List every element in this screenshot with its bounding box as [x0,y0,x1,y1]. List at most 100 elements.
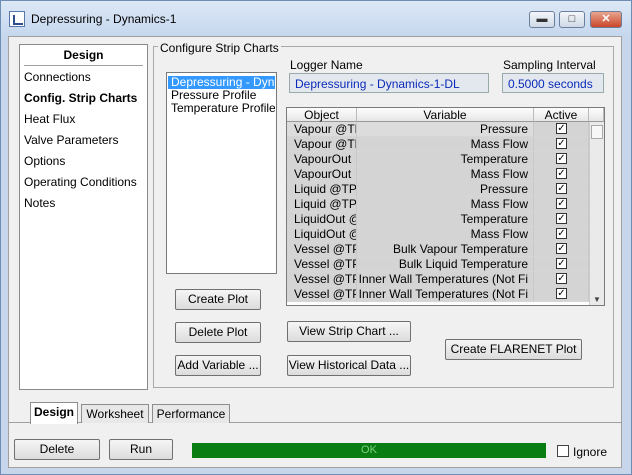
cell-active: ✓ [534,227,589,242]
nav-item-notes[interactable]: Notes [24,196,55,210]
table-row[interactable]: VapourOut Mass Flow ✓ [287,167,589,182]
window-title: Depressuring - Dynamics-1 [31,12,177,26]
active-checkbox[interactable]: ✓ [556,243,567,254]
active-checkbox[interactable]: ✓ [556,183,567,194]
profile-item[interactable]: Temperature Profile [168,102,275,115]
cell-variable[interactable]: Mass Flow [357,227,534,242]
table-row[interactable]: LiquidOut @TP Temperature ✓ [287,212,589,227]
table-row[interactable]: VapourOut Temperature ✓ [287,152,589,167]
variables-table: Object Variable Active Vapour @TP Pressu… [286,107,605,306]
cell-active: ✓ [534,167,589,182]
cell-object[interactable]: LiquidOut @TP [287,212,357,227]
tab-design[interactable]: Design [30,402,78,424]
active-checkbox[interactable]: ✓ [556,213,567,224]
group-label: Configure Strip Charts [158,41,281,55]
logger-name-field[interactable]: Depressuring - Dynamics-1-DL [289,73,489,93]
cell-variable[interactable]: Inner Wall Temperatures (Not Fi [357,272,534,287]
active-checkbox[interactable]: ✓ [556,273,567,284]
nav-item-heat-flux[interactable]: Heat Flux [24,112,75,126]
cell-active: ✓ [534,212,589,227]
cell-object[interactable]: Vessel @TP [287,257,357,272]
cell-variable[interactable]: Mass Flow [357,137,534,152]
ignore-checkbox[interactable] [557,445,569,457]
cell-active: ✓ [534,137,589,152]
cell-variable[interactable]: Pressure [357,122,534,137]
view-strip-chart-button[interactable]: View Strip Chart ... [287,321,411,342]
cell-object[interactable]: Liquid @TP [287,182,357,197]
profile-item[interactable]: Depressuring - Dynamics-1-DL [168,76,275,89]
nav-header: Design [63,48,104,62]
cell-object[interactable]: VapourOut [287,167,357,182]
column-header-active[interactable]: Active [534,108,589,122]
cell-variable[interactable]: Pressure [357,182,534,197]
column-header-variable[interactable]: Variable [357,108,534,122]
active-checkbox[interactable]: ✓ [556,258,567,269]
sampling-interval-field[interactable]: 0.5000 seconds [502,73,604,93]
cell-variable[interactable]: Mass Flow [357,197,534,212]
sampling-interval-label: Sampling Interval [503,58,596,72]
view-historical-data-button[interactable]: View Historical Data ... [287,355,411,376]
cell-active: ✓ [534,257,589,272]
maximize-button[interactable]: □ [559,11,585,28]
nav-divider [24,65,143,66]
cell-object[interactable]: Vessel @TP [287,272,357,287]
table-header-corner [589,108,604,122]
nav-item-config-strip-charts[interactable]: Config. Strip Charts [24,91,137,105]
tab-worksheet[interactable]: Worksheet [81,404,149,423]
cell-variable[interactable]: Temperature [357,152,534,167]
delete-plot-button[interactable]: Delete Plot [175,322,261,343]
cell-object[interactable]: Vapour @TP [287,137,357,152]
create-flarenet-plot-button[interactable]: Create FLARENET Plot [445,339,582,360]
table-row[interactable]: Vapour @TP Mass Flow ✓ [287,137,589,152]
create-plot-button[interactable]: Create Plot [175,289,261,310]
column-header-object[interactable]: Object [287,108,357,122]
cell-variable[interactable]: Temperature [357,212,534,227]
table-row[interactable]: Liquid @TP Pressure ✓ [287,182,589,197]
minimize-button[interactable]: ▬ [529,11,555,28]
cell-active: ✓ [534,152,589,167]
nav-item-options[interactable]: Options [24,154,65,168]
nav-item-connections[interactable]: Connections [24,70,91,84]
cell-object[interactable]: Vessel @TP [287,287,357,302]
cell-variable[interactable]: Bulk Vapour Temperature [357,242,534,257]
cell-object[interactable]: Vessel @TP [287,242,357,257]
cell-object[interactable]: Vapour @TP [287,122,357,137]
run-button[interactable]: Run [109,439,173,460]
app-icon [9,11,25,27]
table-scrollbar[interactable]: ▼ [589,122,604,305]
close-button[interactable]: ✕ [590,11,622,28]
active-checkbox[interactable]: ✓ [556,228,567,239]
status-bar: OK [192,443,546,458]
cell-active: ✓ [534,242,589,257]
table-row[interactable]: Vessel @TP Inner Wall Temperatures (Not … [287,272,589,287]
cell-variable[interactable]: Bulk Liquid Temperature [357,257,534,272]
table-row[interactable]: Vapour @TP Pressure ✓ [287,122,589,137]
profile-item[interactable]: Pressure Profile [168,89,275,102]
active-checkbox[interactable]: ✓ [556,123,567,134]
table-row[interactable]: Liquid @TP Mass Flow ✓ [287,197,589,212]
cell-variable[interactable]: Mass Flow [357,167,534,182]
active-checkbox[interactable]: ✓ [556,153,567,164]
tab-performance[interactable]: Performance [152,404,230,423]
table-row[interactable]: Vessel @TP Inner Wall Temperatures (Not … [287,287,589,302]
cell-object[interactable]: VapourOut [287,152,357,167]
active-checkbox[interactable]: ✓ [556,288,567,299]
nav-item-valve-parameters[interactable]: Valve Parameters [24,133,118,147]
cell-object[interactable]: Liquid @TP [287,197,357,212]
table-row[interactable]: LiquidOut @TP Mass Flow ✓ [287,227,589,242]
scroll-down-icon[interactable]: ▼ [593,295,601,304]
active-checkbox[interactable]: ✓ [556,168,567,179]
delete-button[interactable]: Delete [14,439,100,460]
active-checkbox[interactable]: ✓ [556,138,567,149]
table-row[interactable]: Vessel @TP Bulk Liquid Temperature ✓ [287,257,589,272]
cell-variable[interactable]: Inner Wall Temperatures (Not Fi [357,287,534,302]
nav-item-operating-conditions[interactable]: Operating Conditions [24,175,137,189]
add-variable-button[interactable]: Add Variable ... [175,355,261,376]
table-row[interactable]: Vessel @TP Bulk Vapour Temperature ✓ [287,242,589,257]
active-checkbox[interactable]: ✓ [556,198,567,209]
cell-active: ✓ [534,272,589,287]
design-nav-panel: Design Connections Config. Strip Charts … [19,44,148,390]
scrollbar-thumb[interactable] [591,125,603,139]
profile-list[interactable]: Depressuring - Dynamics-1-DL Pressure Pr… [166,72,277,274]
cell-object[interactable]: LiquidOut @TP [287,227,357,242]
